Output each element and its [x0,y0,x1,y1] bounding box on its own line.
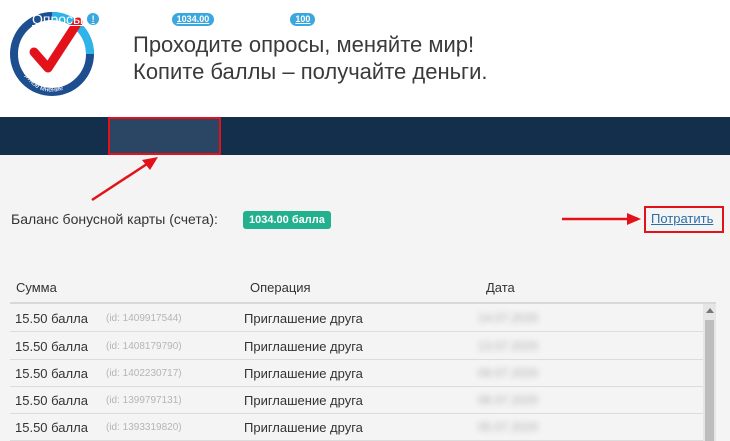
table-row: 15.50 балла (id: 1409917544) Приглашение… [10,305,703,332]
user-menu-label: Ирина [672,11,714,27]
balance-label: Баланс бонусной карты (счета): [11,211,218,227]
table-row: 15.50 балла (id: 1408179790) Приглашение… [10,333,703,360]
table-scrollbar[interactable] [703,304,716,441]
nav-balance-badge: 1034.00 [171,12,215,26]
row-id: (id: 1402230717) [106,368,182,379]
row-operation: Приглашение друга [244,339,363,354]
spend-link[interactable]: Потратить [651,211,713,226]
table-row: 15.50 балла (id: 1402230717) Приглашение… [10,360,703,387]
column-header-operation: Операция [250,280,311,295]
balance-value-badge: 1034.00 балла [243,211,331,229]
arrow-to-balance-tab [91,160,151,202]
row-amount: 15.50 балла [15,420,88,435]
nav-surveys-label: Опросы [32,11,84,27]
user-menu[interactable]: Ирина [672,0,722,38]
nav-invite-friend[interactable]: Приведи друга [336,0,432,38]
row-operation: Приглашение друга [244,393,363,408]
table-row: 15.50 балла (id: 1393319820) Приглашение… [10,414,703,441]
row-date: 14.07.2020 [478,311,539,325]
nav-balance-label: Баланс [120,11,168,27]
nav-rating-badge: 100 [290,12,316,26]
arrow-head-spend [627,213,641,225]
row-id: (id: 1408179790) [106,341,182,352]
tagline: Проходите опросы, меняйте мир! Копите ба… [133,31,487,85]
table-header-divider [10,302,716,304]
nav-rating-label: Рейтинг [235,11,287,27]
row-operation: Приглашение друга [244,311,363,326]
tagline-line-2: Копите баллы – получайте деньги. [133,59,488,84]
row-date: 08.07.2020 [478,393,539,407]
nav-rating[interactable]: Рейтинг 100 [235,0,316,38]
row-date: 13.07.2020 [478,339,539,353]
row-amount: 15.50 балла [15,366,88,381]
row-operation: Приглашение друга [244,420,363,435]
nav-invite-label: Приведи друга [336,11,432,27]
row-date: 09.07.2020 [478,366,539,380]
scroll-thumb[interactable] [705,320,714,441]
row-operation: Приглашение друга [244,366,363,381]
column-header-date: Дата [486,280,515,295]
row-amount: 15.50 балла [15,393,88,408]
row-id: (id: 1399797131) [106,395,182,406]
table-row: 15.50 балла (id: 1399797131) Приглашение… [10,387,703,414]
chevron-down-icon [715,17,722,21]
column-header-amount: Сумма [16,280,57,295]
row-id: (id: 1393319820) [106,422,182,433]
nav-balance[interactable]: Баланс 1034.00 [120,0,215,38]
row-date: 05.07.2020 [478,420,539,434]
scroll-up-icon[interactable] [706,308,714,313]
nav-surveys-badge: ! [87,13,100,25]
nav-surveys[interactable]: Опросы ! [32,0,100,38]
row-amount: 15.50 балла [15,311,88,326]
nav-active-highlight [108,117,221,155]
row-id: (id: 1409917544) [106,313,182,324]
row-amount: 15.50 балла [15,339,88,354]
arrow-head-balance [142,157,158,170]
